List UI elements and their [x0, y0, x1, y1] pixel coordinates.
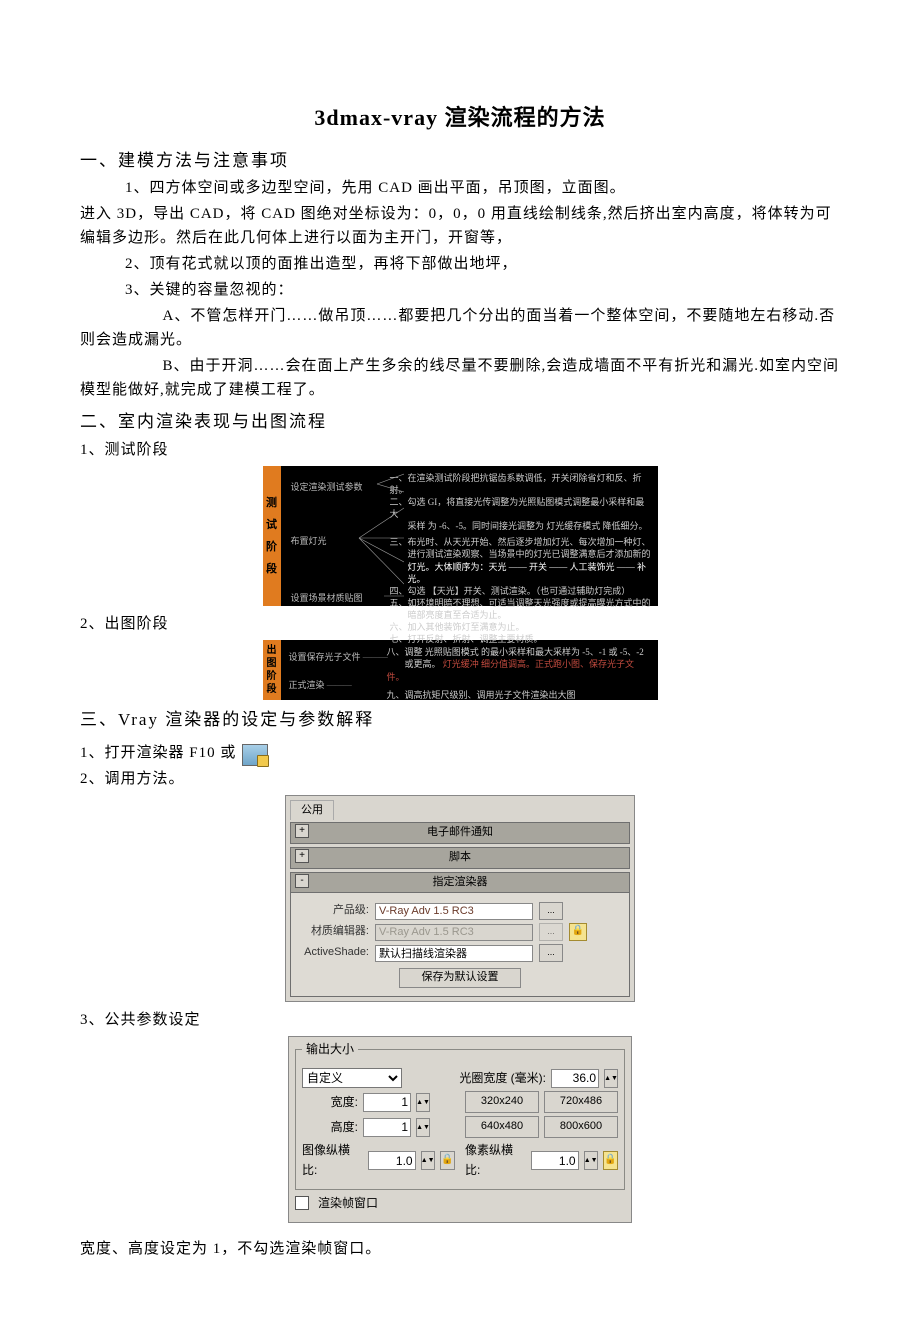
- image-aspect-input[interactable]: [368, 1151, 416, 1170]
- rollout-email[interactable]: + 电子邮件通知: [290, 822, 630, 844]
- height-input[interactable]: [363, 1118, 411, 1137]
- spinner-icon[interactable]: ▲▼: [604, 1069, 618, 1088]
- section3-heading: 三、Vray 渲染器的设定与参数解释: [80, 706, 840, 733]
- render-frame-window-checkbox[interactable]: [295, 1196, 309, 1210]
- choose-activeshade-button[interactable]: ...: [539, 944, 563, 962]
- preset-800x600-button[interactable]: 800x600: [544, 1116, 618, 1138]
- fig2-labels: 设置保存光子文件 ——— 正式渲染 ———: [281, 640, 381, 700]
- aperture-label: 光圈宽度 (毫米):: [459, 1069, 546, 1088]
- sec1-item2: 2、顶有花式就以顶的面推出造型，再将下部做出地坪，: [125, 252, 840, 276]
- fig2-lbl1: 设置保存光子文件 ———: [289, 650, 387, 664]
- fig1-sidebar: 测试阶段: [263, 466, 281, 606]
- minus-icon[interactable]: -: [295, 874, 309, 888]
- assign-renderer-panel: 产品级: ... 材质编辑器: ... 🔒 ActiveShade: ... 保…: [290, 893, 630, 997]
- sec3-p3: 3、公共参数设定: [80, 1008, 840, 1032]
- sec1-itemB: B、由于开洞……会在面上产生多余的线尽量不要删除,会造成墙面不平有折光和漏光.如…: [80, 354, 840, 402]
- label-material-editor: 材质编辑器:: [299, 923, 369, 941]
- spinner-icon[interactable]: ▲▼: [584, 1151, 598, 1170]
- lock-icon[interactable]: 🔒: [440, 1151, 455, 1170]
- fig2-sidebar: 出图阶段: [263, 640, 281, 700]
- tab-common[interactable]: 公用: [290, 800, 334, 821]
- rollout-assign-renderer[interactable]: - 指定渲染器: [290, 872, 630, 894]
- spinner-icon[interactable]: ▲▼: [416, 1093, 430, 1112]
- sec1-itemA: A、不管怎样开门……做吊顶……都要把几个分出的面当着一个整体空间，不要随地左右移…: [80, 304, 840, 352]
- figure-test-phase: 测试阶段 设定渲染测试参数 布置灯光 设置场景材质贴图 一、在渲染测试阶段把抗锯…: [263, 466, 658, 606]
- label-production: 产品级:: [299, 902, 369, 920]
- sec3-p2: 2、调用方法。: [80, 767, 840, 791]
- lock-icon[interactable]: 🔒: [569, 923, 587, 941]
- sec1-item3: 3、关键的容量忽视的：: [125, 278, 840, 302]
- save-as-defaults-button[interactable]: 保存为默认设置: [399, 968, 521, 988]
- sec1-item1: 1、四方体空间或多边型空间，先用 CAD 画出平面，吊顶图，立面图。: [125, 176, 840, 200]
- preset-320x240-button[interactable]: 320x240: [465, 1091, 539, 1113]
- sec2-step1: 1、测试阶段: [80, 438, 840, 462]
- choose-material-button: ...: [539, 923, 563, 941]
- figure-output-size: 输出大小 自定义 光圈宽度 (毫米): ▲▼ 宽度: ▲▼ 320x240 72…: [288, 1036, 632, 1223]
- label-activeshade: ActiveShade:: [299, 944, 369, 962]
- sec3-p1: 1、打开渲染器 F10 或: [80, 741, 840, 765]
- output-size-legend: 输出大小: [302, 1040, 358, 1059]
- document-page: 3dmax-vray 渲染流程的方法 一、建模方法与注意事项 1、四方体空间或多…: [0, 0, 920, 1323]
- fig1-labels: 设定渲染测试参数 布置灯光 设置场景材质贴图: [281, 466, 386, 606]
- pixel-aspect-input[interactable]: [531, 1151, 579, 1170]
- plus-icon[interactable]: +: [295, 849, 309, 863]
- fig1-lbl1: 设定渲染测试参数: [291, 480, 363, 494]
- fig2-lbl2: 正式渲染 ———: [289, 678, 351, 692]
- lock-icon[interactable]: 🔒: [603, 1151, 618, 1170]
- image-aspect-label: 图像纵横比:: [302, 1141, 363, 1179]
- width-input[interactable]: [363, 1093, 411, 1112]
- production-renderer-field[interactable]: [375, 903, 533, 920]
- rollout-script[interactable]: + 脚本: [290, 847, 630, 869]
- fig2-text: 八、调整 光照贴图模式 的最小采样和最大采样为 -5、-1 或 -5、-2 或更…: [381, 640, 658, 700]
- plus-icon[interactable]: +: [295, 824, 309, 838]
- figure-assign-renderer: 公用 + 电子邮件通知 + 脚本 - 指定渲染器 产品级: ... 材质编辑器:…: [285, 795, 635, 1002]
- preset-640x480-button[interactable]: 640x480: [465, 1116, 539, 1138]
- footer-note: 宽度、高度设定为 1，不勾选渲染帧窗口。: [80, 1237, 840, 1261]
- output-preset-select[interactable]: 自定义: [302, 1068, 402, 1088]
- render-frame-window-label: 渲染帧窗口: [318, 1194, 378, 1213]
- output-size-group: 输出大小 自定义 光圈宽度 (毫米): ▲▼ 宽度: ▲▼ 320x240 72…: [295, 1040, 625, 1190]
- sec1-item1-cont: 进入 3D，导出 CAD，将 CAD 图绝对坐标设为：0，0，0 用直线绘制线条…: [80, 202, 840, 250]
- aperture-width-input[interactable]: [551, 1069, 599, 1088]
- fig1-lbl3: 设置场景材质贴图: [291, 591, 363, 605]
- figure-output-phase: 出图阶段 设置保存光子文件 ——— 正式渲染 ——— 八、调整 光照贴图模式 的…: [263, 640, 658, 700]
- fig1-text: 一、在渲染测试阶段把抗锯齿系数调低，开关闭除省灯和反、折射。 二、勾选 GI，将…: [386, 466, 658, 606]
- pixel-aspect-label: 像素纵横比:: [465, 1141, 526, 1179]
- activeshade-renderer-field[interactable]: [375, 945, 533, 962]
- section2-heading: 二、室内渲染表现与出图流程: [80, 408, 840, 435]
- width-label: 宽度:: [302, 1093, 358, 1112]
- height-label: 高度:: [302, 1118, 358, 1137]
- spinner-icon[interactable]: ▲▼: [421, 1151, 435, 1170]
- choose-production-button[interactable]: ...: [539, 902, 563, 920]
- preset-720x486-button[interactable]: 720x486: [544, 1091, 618, 1113]
- material-editor-renderer-field: [375, 924, 533, 941]
- render-scene-icon[interactable]: [242, 744, 268, 766]
- section1-heading: 一、建模方法与注意事项: [80, 147, 840, 174]
- spinner-icon[interactable]: ▲▼: [416, 1118, 430, 1137]
- fig1-lbl2: 布置灯光: [291, 534, 327, 548]
- page-title: 3dmax-vray 渲染流程的方法: [80, 100, 840, 135]
